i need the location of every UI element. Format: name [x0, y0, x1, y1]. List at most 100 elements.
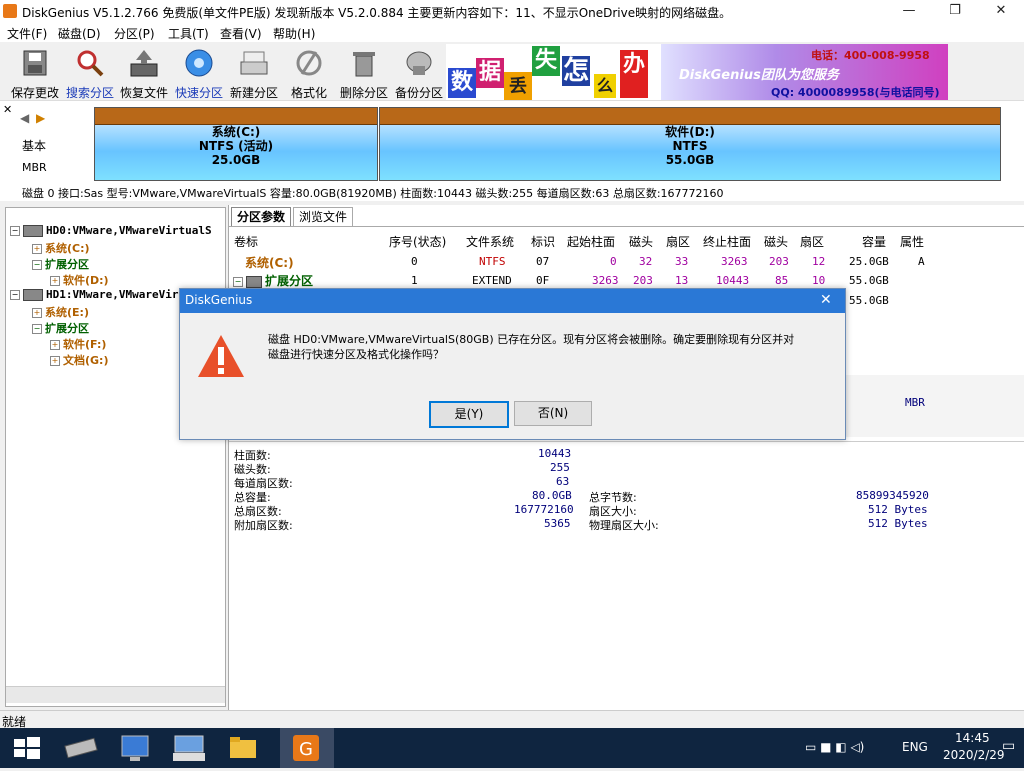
- dialog-body: 磁盘 HD0:VMware,VMwareVirtualS(80GB) 已存在分区…: [180, 313, 845, 439]
- start-button[interactable]: [0, 728, 54, 768]
- expand-icon[interactable]: +: [32, 244, 42, 254]
- collapse-icon[interactable]: −: [32, 324, 42, 334]
- row-label: 系统(C:): [245, 256, 294, 270]
- row-start-sector: 13: [675, 274, 689, 287]
- warning-icon: [198, 335, 244, 377]
- disk-info-text: 磁盘 0 接口:Sas 型号:VMware,VMwareVirtualS 容量:…: [22, 187, 724, 200]
- row-start-sector: 33: [675, 255, 689, 268]
- menu-partition[interactable]: 分区(P): [114, 25, 155, 42]
- partition-block-c[interactable]: 系统(C:) NTFS (活动) 25.0GB: [94, 107, 378, 181]
- taskbar-explorer-app[interactable]: [216, 728, 270, 768]
- format-button[interactable]: 格式化: [282, 46, 336, 100]
- row-start-head: 203: [633, 274, 653, 287]
- menu-bar: 文件(F) 磁盘(D) 分区(P) 工具(T) 查看(V) 帮助(H): [0, 22, 1024, 42]
- clock-time[interactable]: 14:45: [955, 731, 990, 745]
- tree-item-extended-2[interactable]: − 扩展分区: [32, 320, 89, 336]
- collapse-icon[interactable]: −: [10, 226, 20, 236]
- banner-char: 失: [532, 46, 560, 76]
- dialog-close-button[interactable]: ✕: [820, 292, 832, 308]
- banner-team: DiskGenius团队为您服务: [679, 68, 839, 83]
- disk-tree: − HD0:VMware,VMwareVirtualS + 系统(C:) − 扩展分区…: [5, 207, 226, 707]
- next-disk-icon[interactable]: ▶: [36, 111, 45, 125]
- search-partition-button[interactable]: 搜索分区: [63, 46, 117, 100]
- col-end-head: 磁头: [764, 235, 789, 249]
- collapse-icon[interactable]: −: [233, 276, 243, 287]
- expand-icon[interactable]: +: [50, 356, 60, 366]
- detail-label: 附加扇区数:: [234, 519, 293, 532]
- tree-item-e[interactable]: + 系统(E:): [32, 304, 89, 320]
- detail-label: 物理扇区大小:: [589, 519, 659, 532]
- menu-file[interactable]: 文件(F): [7, 25, 47, 42]
- expand-icon[interactable]: +: [32, 308, 42, 318]
- minimize-button[interactable]: —: [886, 0, 932, 22]
- clock-date[interactable]: 2020/2/29: [943, 748, 1005, 762]
- tree-label: 软件(D:): [63, 274, 109, 287]
- taskbar-computer-app[interactable]: [108, 728, 162, 768]
- row-end-sector: 10: [812, 274, 826, 287]
- tree-item-f[interactable]: + 软件(F:): [50, 336, 106, 352]
- new-partition-icon: [238, 48, 270, 78]
- backup-icon: [403, 48, 435, 78]
- col-start-head: 磁头: [629, 235, 654, 249]
- ad-banner[interactable]: 数 据 丢 失 怎 么 办 DiskGenius团队为您服务 电话：400-00…: [446, 44, 948, 100]
- search-icon: [74, 48, 106, 78]
- collapse-icon[interactable]: −: [32, 260, 42, 270]
- save-changes-button[interactable]: 保存更改: [8, 46, 62, 100]
- table-row[interactable]: 系统(C:) 0 NTFS 07 0 32 33 3263 203 12 25.…: [229, 251, 1024, 271]
- menu-help[interactable]: 帮助(H): [273, 25, 315, 42]
- menu-tools[interactable]: 工具(T): [168, 25, 209, 42]
- expand-icon[interactable]: +: [50, 340, 60, 350]
- menu-disk[interactable]: 磁盘(D): [58, 25, 101, 42]
- banner-char: 怎: [562, 56, 590, 86]
- recover-files-button[interactable]: 恢复文件: [117, 46, 171, 100]
- tree-scrollbar[interactable]: [6, 686, 225, 703]
- table-row[interactable]: − 扩展分区 1 EXTEND 0F 3263 203 13 10443 85 1…: [229, 271, 1024, 289]
- tree-item-extended[interactable]: − 扩展分区: [32, 256, 89, 272]
- backup-partition-button[interactable]: 备份分区: [392, 46, 446, 100]
- row-end-cyl: 10443: [716, 274, 750, 287]
- tree-item-d[interactable]: + 软件(D:): [50, 272, 109, 288]
- partition-block-d[interactable]: 软件(D:) NTFS 55.0GB: [379, 107, 1001, 181]
- taskbar-keyboard-app[interactable]: [162, 728, 216, 768]
- detail-value: 80.0GB: [532, 489, 572, 502]
- col-fs: 文件系统: [466, 235, 515, 249]
- quick-partition-button[interactable]: 快速分区: [172, 46, 226, 100]
- partition-fs: NTFS (活动): [198, 139, 274, 153]
- yes-button[interactable]: 是(Y): [429, 401, 509, 428]
- col-capacity: 容量: [862, 235, 887, 249]
- row-capacity: 55.0GB: [849, 274, 889, 287]
- notification-icon[interactable]: ▭: [1002, 738, 1015, 754]
- tab-partition-params[interactable]: 分区参数: [231, 207, 292, 226]
- col-attr: 属性: [900, 235, 925, 249]
- close-button[interactable]: ✕: [978, 0, 1024, 22]
- restore-button[interactable]: ❐: [932, 0, 978, 22]
- tray-icons[interactable]: ▭ ■ ◧ ◁): [805, 740, 864, 754]
- tree-label: HD0:VMware,VMwareVirtualS: [46, 224, 212, 237]
- row-start-cyl: 3263: [592, 274, 619, 287]
- tree-label: 系统(C:): [45, 242, 90, 255]
- delete-partition-button[interactable]: 删除分区: [337, 46, 391, 100]
- taskbar-diskgenius-app[interactable]: G: [280, 728, 334, 768]
- banner-qq: QQ: 4000089958(与电话同号): [771, 86, 940, 99]
- prev-disk-icon[interactable]: ◀: [20, 111, 29, 125]
- tree-item-hd0[interactable]: − HD0:VMware,VMwareVirtualS: [10, 224, 212, 237]
- menu-view[interactable]: 查看(V): [220, 25, 262, 42]
- taskbar-chip-app[interactable]: [54, 728, 108, 768]
- no-button[interactable]: 否(N): [514, 401, 592, 426]
- collapse-icon[interactable]: −: [10, 290, 20, 300]
- col-id: 标识: [531, 235, 556, 249]
- tree-item-c[interactable]: + 系统(C:): [32, 240, 90, 256]
- row-start-head: 32: [639, 255, 653, 268]
- close-panel-icon[interactable]: ✕: [3, 103, 12, 116]
- language-indicator[interactable]: ENG: [902, 740, 928, 754]
- partition-size: 55.0GB: [665, 153, 715, 167]
- detail-value: 167772160: [514, 503, 574, 516]
- search-partition-label: 搜索分区: [65, 86, 114, 100]
- partition-style: MBR: [905, 396, 925, 409]
- new-partition-label: 新建分区: [229, 86, 278, 100]
- windows-icon: [14, 737, 40, 759]
- new-partition-button[interactable]: 新建分区: [227, 46, 281, 100]
- tab-browse-files[interactable]: 浏览文件: [293, 207, 354, 226]
- tree-item-g[interactable]: + 文档(G:): [50, 352, 108, 368]
- expand-icon[interactable]: +: [50, 276, 60, 286]
